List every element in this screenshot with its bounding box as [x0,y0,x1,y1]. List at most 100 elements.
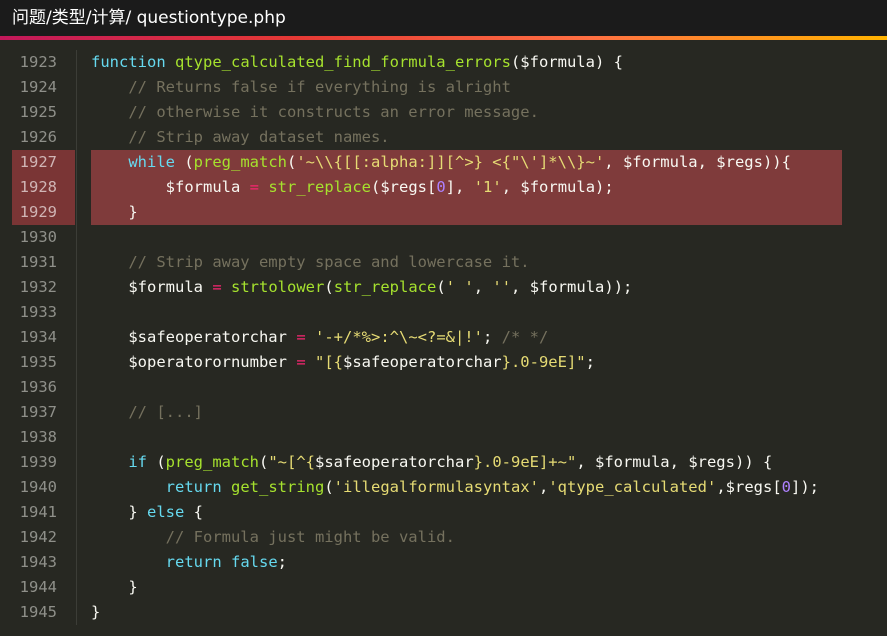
code-text: $formula = str_replace($regs[0], '1', $f… [91,175,842,200]
code-token: ( [436,278,446,296]
code-line[interactable]: 1933 [0,300,887,325]
code-token: '-+/*%>:^\~<?=&|!' [315,328,483,346]
code-token: , [538,478,549,496]
code-line[interactable]: 1943 return false; [0,550,887,575]
code-token: else [147,503,185,521]
code-token: 0 [781,478,792,496]
code-line[interactable]: 1944 } [0,575,887,600]
code-token: ( [324,278,334,296]
code-token: $regs [725,478,773,496]
line-number: 1925 [19,103,57,121]
code-token: , [604,153,623,171]
code-token: [ [772,478,782,496]
line-number: 1940 [19,478,57,496]
code-text: while (preg_match('~\\{[[:alpha:]][^>} <… [91,150,842,175]
code-token: ]); [791,478,820,496]
code-token: , [697,153,717,171]
code-line-highlighted[interactable]: 1929 } [0,200,887,225]
code-token: 0 [436,178,446,196]
code-token: // Strip away empty space and lowercase … [91,253,530,271]
line-number: 1944 [19,578,57,596]
code-token: $safeoperatorchar [315,453,474,471]
code-token: $safeoperatorchar [343,353,502,371]
code-token: ( [510,53,521,71]
code-line[interactable]: 1939 if (preg_match("~[^{$safeoperatorch… [0,450,887,475]
code-text: // Returns false if everything is alrigh… [91,75,887,100]
code-token: , [473,278,493,296]
code-token: $regs [380,178,428,196]
code-token: ( [287,153,297,171]
code-line[interactable]: 1923 function qtype_calculated_find_formu… [0,50,887,75]
code-line-highlighted[interactable]: 1928 $formula = str_replace($regs[0], '1… [0,175,887,200]
code-line[interactable]: 1936 [0,375,887,400]
code-line-highlighted[interactable]: 1927 while (preg_match('~\\{[[:alpha:]][… [0,150,887,175]
code-token: ; [482,328,502,346]
code-text: $safeoperatorchar = '-+/*%>:^\~<?=&|!'; … [91,325,887,350]
code-token: '' [492,278,512,296]
code-text: } [91,600,887,625]
line-number: 1926 [19,128,57,146]
code-line[interactable]: 1945} [0,600,887,625]
code-line[interactable]: 1926 // Strip away dataset names. [0,125,887,150]
code-token: ( [147,453,166,471]
code-text: return get_string('illegalformulasyntax'… [91,475,887,500]
code-line[interactable]: 1941 } else { [0,500,887,525]
code-line[interactable]: 1930 [0,225,887,250]
code-text: // Strip away empty space and lowercase … [91,250,887,275]
code-line[interactable]: 1937 // [...] [0,400,887,425]
line-number: 1927 [19,153,57,171]
code-line[interactable]: 1924 // Returns false if everything is a… [0,75,887,100]
line-number: 1937 [19,403,57,421]
code-token: [ [427,178,437,196]
line-number: 1945 [19,603,57,621]
code-line[interactable]: 1934 $safeoperatorchar = '-+/*%>:^\~<?=&… [0,325,887,350]
code-token: = [296,328,306,346]
code-token: /* */ [501,328,549,346]
code-token: // [...] [91,403,203,421]
code-token: '1' [473,178,502,196]
code-editor[interactable]: 1923 function qtype_calculated_find_formu… [0,50,887,625]
code-line[interactable]: 1932 $formula = strtolower(str_replace('… [0,275,887,300]
code-line[interactable]: 1940 return get_string('illegalformulasy… [0,475,887,500]
line-number: 1933 [19,303,57,321]
code-line[interactable]: 1942 // Formula just might be valid. [0,525,887,550]
code-text: $operatorornumber = "[{$safeoperatorchar… [91,350,887,375]
code-token: $safeoperatorchar [128,328,287,346]
code-token: = [249,178,259,196]
code-token: strtolower [231,278,325,296]
code-text: function qtype_calculated_find_formula_e… [91,50,887,75]
code-line[interactable]: 1935 $operatorornumber = "[{$safeoperato… [0,350,887,375]
code-token: ) { [594,53,623,71]
code-line[interactable]: 1931 // Strip away empty space and lower… [0,250,887,275]
code-token: return [165,478,222,496]
code-line[interactable]: 1938 [0,425,887,450]
code-token: ( [324,478,334,496]
code-text: // otherwise it constructs an error mess… [91,100,887,125]
line-number: 1942 [19,528,57,546]
code-token: } [91,578,138,596]
code-token: $formula [529,278,605,296]
code-token: return [165,553,222,571]
code-text: } [91,200,842,225]
code-token: ( [259,453,269,471]
code-line[interactable]: 1925 // otherwise it constructs an error… [0,100,887,125]
code-token: , [716,478,726,496]
code-token: ( [371,178,381,196]
line-number: 1943 [19,553,57,571]
line-number: 1930 [19,228,57,246]
code-token: while [128,153,175,171]
code-token: if [128,453,147,471]
code-token: , [511,278,530,296]
line-number: 1932 [19,278,57,296]
code-token: // Returns false if everything is alrigh… [91,78,511,96]
code-text: // Strip away dataset names. [91,125,887,150]
code-token: )); [604,278,633,296]
